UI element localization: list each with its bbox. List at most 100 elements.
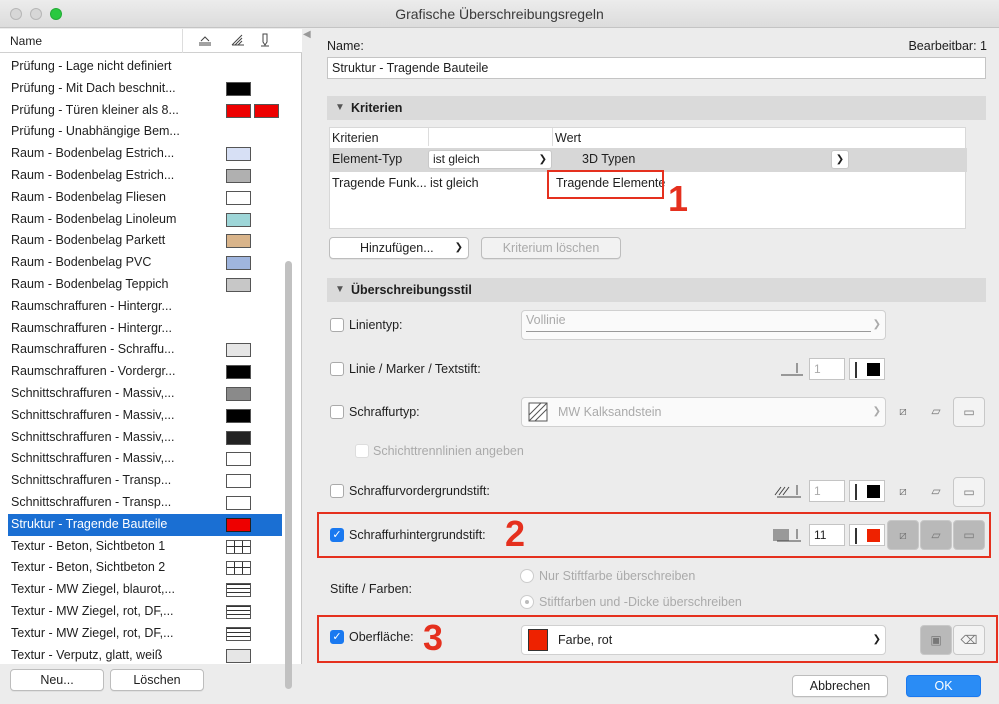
new-rule-button[interactable]: Neu... — [10, 669, 104, 691]
color-swatch — [226, 212, 251, 227]
list-item[interactable]: Textur - Beton, Sichtbeton 1 — [8, 536, 282, 558]
fg-pen-color[interactable] — [849, 480, 885, 502]
criteria-section-header[interactable]: ▼ Kriterien — [327, 96, 986, 120]
fg-pen-input[interactable]: 1 — [809, 480, 845, 502]
column-header-name[interactable]: Name — [10, 34, 42, 48]
cut-hatch-icon[interactable]: ⧄ — [887, 397, 919, 427]
bg-pen-color[interactable] — [849, 524, 885, 546]
style-section-header[interactable]: ▼ Überschreibungsstil — [327, 278, 986, 302]
list-item[interactable]: Raum - Bodenbelag Fliesen — [8, 187, 282, 209]
annotation-number-2: 2 — [505, 513, 526, 554]
collapse-pane-icon[interactable]: ◀ — [303, 29, 315, 59]
surface-checkbox[interactable]: ✓ — [330, 630, 344, 644]
radio-pen-color-weight[interactable] — [520, 595, 534, 609]
table-row[interactable]: Element-Typ ist gleich ❯ 3D Typen ❯ — [330, 148, 967, 172]
color-swatch — [226, 169, 251, 183]
chevron-right-icon: ❯ — [872, 319, 881, 330]
bg-pen-icon — [773, 529, 801, 542]
hatch-type-checkbox[interactable] — [330, 405, 344, 419]
surface-eraser-icon[interactable]: ⌫ — [953, 625, 985, 655]
delete-criterion-button[interactable]: Kriterium löschen — [481, 237, 621, 259]
list-item[interactable]: Raumschraffuren - Vordergr... — [8, 361, 282, 383]
cover-hatch-icon[interactable]: ▱ — [920, 520, 952, 550]
editable-status: Bearbeitbar: 1 — [908, 39, 987, 53]
list-item[interactable]: Schnittschraffuren - Massiv,... — [8, 448, 282, 470]
drafting-hatch-icon[interactable]: ▭ — [953, 477, 985, 507]
color-swatch — [226, 190, 251, 205]
layer-lines-checkbox[interactable] — [355, 444, 369, 458]
fg-pen-checkbox[interactable] — [330, 484, 344, 498]
color-swatch — [226, 561, 251, 576]
list-item[interactable]: Textur - MW Ziegel, rot, DF,... — [8, 601, 282, 623]
color-swatch — [226, 517, 251, 532]
color-swatch — [226, 583, 251, 598]
hatch-icon[interactable] — [230, 33, 246, 50]
value-picker-button[interactable]: ❯ — [831, 150, 849, 169]
surface-swatch — [528, 629, 548, 651]
list-item[interactable]: Schnittschraffuren - Massiv,... — [8, 383, 282, 405]
list-item[interactable]: Schnittschraffuren - Transp... — [8, 492, 282, 514]
chevron-down-icon: ▼ — [335, 284, 345, 295]
line-pen-label: Linie / Marker / Textstift: — [349, 362, 481, 376]
cancel-button[interactable]: Abbrechen — [792, 675, 888, 697]
list-item[interactable]: Raumschraffuren - Schraffu... — [8, 339, 282, 361]
cover-hatch-icon[interactable]: ▱ — [920, 477, 952, 507]
list-scrollbar[interactable] — [285, 261, 292, 689]
surface-select[interactable]: Farbe, rot ❯ — [521, 625, 886, 655]
list-item[interactable]: Raumschraffuren - Hintergr... — [8, 296, 282, 318]
list-item[interactable]: Raum - Bodenbelag Teppich — [8, 274, 282, 296]
criteria-col-header: Kriterien — [332, 131, 379, 145]
rule-name-input[interactable]: Struktur - Tragende Bauteile — [327, 57, 986, 79]
drafting-hatch-icon[interactable]: ▭ — [953, 397, 985, 427]
linetype-checkbox[interactable] — [330, 318, 344, 332]
list-item[interactable]: Prüfung - Mit Dach beschnit... — [8, 78, 282, 100]
cover-hatch-icon[interactable]: ▱ — [920, 397, 952, 427]
line-pen-input[interactable]: 1 — [809, 358, 845, 380]
color-swatch — [226, 605, 251, 619]
color-swatch — [226, 474, 251, 489]
list-item[interactable]: Struktur - Tragende Bauteile — [8, 513, 282, 536]
list-item[interactable]: Raum - Bodenbelag Estrich... — [8, 165, 282, 187]
cut-hatch-icon[interactable]: ⧄ — [887, 477, 919, 507]
list-item[interactable]: Prüfung - Unabhängige Bem... — [8, 121, 282, 143]
list-item[interactable]: Raum - Bodenbelag PVC — [8, 252, 282, 274]
list-item[interactable]: Prüfung - Lage nicht definiert — [8, 56, 282, 78]
list-item[interactable]: Textur - Verputz, glatt, weiß — [8, 645, 282, 667]
linetype-select[interactable]: Vollinie ❯ — [521, 310, 886, 340]
list-header: Name — [0, 29, 302, 53]
add-criterion-button[interactable]: Hinzufügen... ❯ — [329, 237, 469, 259]
bg-pen-input[interactable]: 11 — [809, 524, 845, 546]
color-swatch — [226, 539, 251, 554]
value-col-header: Wert — [555, 131, 582, 145]
list-item[interactable]: Schnittschraffuren - Transp... — [8, 470, 282, 492]
list-item[interactable]: Raum - Bodenbelag Linoleum — [8, 209, 282, 231]
line-pen-color[interactable] — [849, 358, 885, 380]
pen-icon[interactable] — [258, 32, 272, 51]
annotation-box-1 — [547, 170, 664, 199]
list-item[interactable]: Textur - MW Ziegel, blaurot,... — [8, 579, 282, 601]
level-icon[interactable] — [197, 33, 213, 50]
list-item[interactable]: Prüfung - Türen kleiner als 8... — [8, 100, 282, 122]
delete-rule-button[interactable]: Löschen — [110, 669, 204, 691]
drafting-hatch-icon[interactable]: ▭ — [953, 520, 985, 550]
hatch-type-select[interactable]: MW Kalksandstein ❯ — [521, 397, 886, 427]
surface-catalog-icon[interactable]: ▣ — [920, 625, 952, 655]
list-item[interactable]: Raum - Bodenbelag Parkett — [8, 230, 282, 252]
bg-pen-checkbox[interactable]: ✓ — [330, 528, 344, 542]
name-label: Name: — [327, 39, 364, 53]
list-item[interactable]: Raumschraffuren - Hintergr... — [8, 318, 282, 340]
color-swatch — [226, 452, 251, 467]
list-item[interactable]: Textur - MW Ziegel, rot, DF,... — [8, 623, 282, 645]
ok-button[interactable]: OK — [906, 675, 981, 697]
fg-pen-label: Schraffurvordergrundstift: — [349, 484, 490, 498]
line-pen-checkbox[interactable] — [330, 362, 344, 376]
fg-pen-icon — [774, 485, 801, 498]
operator-select[interactable]: ist gleich ❯ — [428, 150, 552, 169]
list-item[interactable]: Schnittschraffuren - Massiv,... — [8, 405, 282, 427]
list-item[interactable]: Textur - Beton, Sichtbeton 2 — [8, 557, 282, 579]
rule-detail-pane: Name: Bearbeitbar: 1 Struktur - Tragende… — [315, 29, 999, 704]
list-item[interactable]: Raum - Bodenbelag Estrich... — [8, 143, 282, 165]
radio-pen-color-only[interactable] — [520, 569, 534, 583]
cut-hatch-icon[interactable]: ⧄ — [887, 520, 919, 550]
list-item[interactable]: Schnittschraffuren - Massiv,... — [8, 427, 282, 449]
